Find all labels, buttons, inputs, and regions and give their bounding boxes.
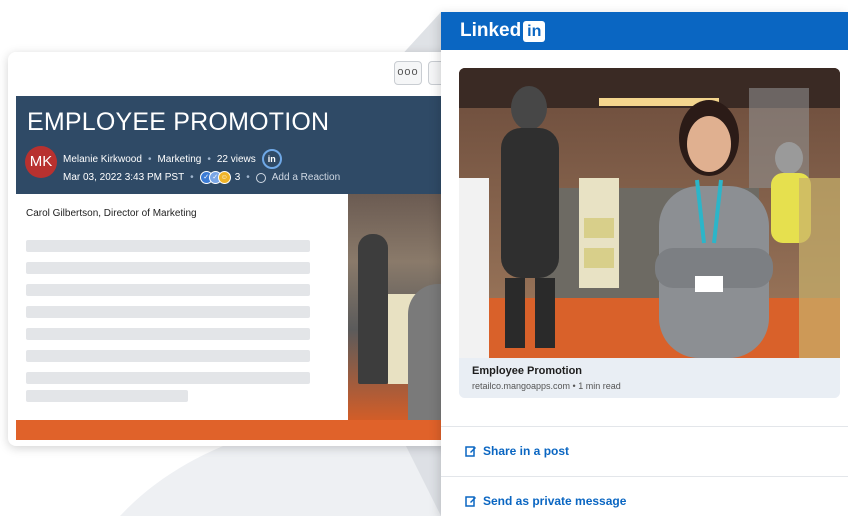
post-category[interactable]: Marketing (157, 154, 201, 165)
share-in-post-button[interactable]: Share in a post (465, 444, 569, 458)
separator-dot: • (147, 153, 152, 165)
linkedin-header: Linked in (441, 12, 848, 50)
post-body-text: Carol Gilbertson, Director of Marketing (26, 208, 197, 219)
stage: ooo EMPLOYEE PROMOTION MK Melanie Kirkwo… (0, 0, 848, 516)
text-placeholder (26, 390, 188, 402)
text-placeholder (26, 306, 310, 318)
mannequin-shape (358, 234, 388, 384)
text-placeholder (26, 372, 310, 384)
text-placeholder (26, 262, 310, 274)
view-count: 22 views (216, 153, 256, 165)
text-placeholder (26, 350, 310, 362)
linkedin-share-panel: Linked in Employee Promotion retailco.ma… (441, 12, 848, 516)
edit-icon (465, 496, 476, 507)
linkedin-share-icon[interactable]: in (261, 149, 282, 169)
person-shape (408, 284, 441, 420)
preview-title: Employee Promotion (472, 365, 583, 377)
post-meta: Melanie Kirkwood • Marketing • 22 views … (63, 149, 282, 169)
separator-dot: • (207, 153, 211, 165)
add-reaction-link[interactable]: Add a Reaction (272, 172, 340, 183)
linkedin-logo-text: Linked (460, 20, 522, 41)
divider (441, 476, 848, 477)
edit-icon (465, 446, 476, 457)
post-featured-image (348, 194, 441, 420)
divider (441, 426, 848, 427)
share-in-post-label: Share in a post (483, 444, 570, 458)
reaction-summary[interactable]: ✓ ✓ ☺ 3 (199, 171, 241, 184)
separator-dot: • (246, 172, 250, 183)
preview-image (459, 68, 840, 358)
post-date: Mar 03, 2022 3:43 PM PST (63, 172, 185, 183)
reaction-count: 3 (234, 172, 241, 183)
preview-source: retailco.mangoapps.com • 1 min read (472, 381, 621, 391)
post-toolbar: ooo (8, 52, 478, 96)
text-placeholder (26, 328, 310, 340)
store-photo-illustration (459, 68, 840, 358)
send-private-message-button[interactable]: Send as private message (465, 494, 626, 508)
post-body: Carol Gilbertson, Director of Marketing (16, 194, 348, 420)
link-preview-card[interactable]: Employee Promotion retailco.mangoapps.co… (459, 68, 840, 398)
more-options-button[interactable]: ooo (394, 61, 422, 85)
linkedin-logo-icon: in (523, 20, 546, 42)
author-name[interactable]: Melanie Kirkwood (63, 154, 142, 165)
preview-caption: Employee Promotion retailco.mangoapps.co… (459, 358, 840, 398)
post-header: EMPLOYEE PROMOTION MK Melanie Kirkwood •… (16, 96, 441, 194)
text-placeholder (26, 284, 310, 296)
separator-dot: • (190, 172, 194, 183)
avatar[interactable]: MK (25, 146, 57, 178)
add-reaction-icon[interactable] (255, 172, 266, 183)
post-title: EMPLOYEE PROMOTION (27, 108, 330, 136)
post-meta-secondary: Mar 03, 2022 3:43 PM PST • ✓ ✓ ☺ 3 • Add… (63, 171, 340, 184)
linkedin-logo: Linked in (460, 20, 546, 42)
text-placeholder (26, 240, 310, 252)
send-private-message-label: Send as private message (483, 494, 627, 508)
smile-reaction-icon: ☺ (217, 171, 231, 184)
post-footer-accent (16, 420, 441, 440)
